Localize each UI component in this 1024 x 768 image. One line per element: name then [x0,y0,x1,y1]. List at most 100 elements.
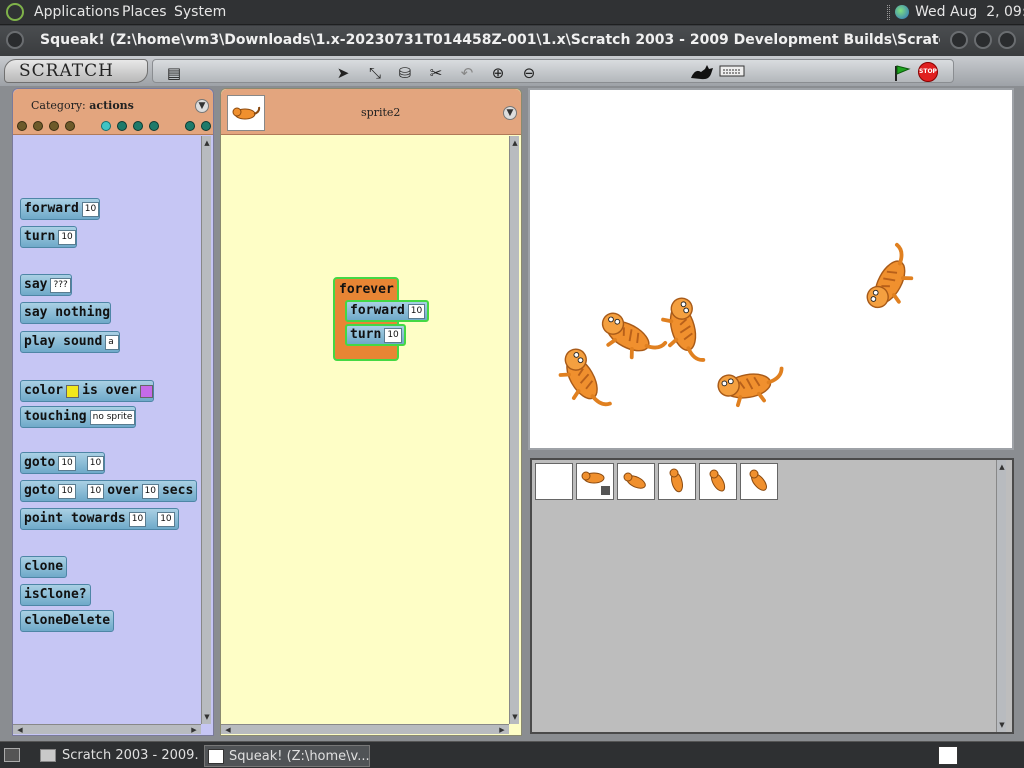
sprite-thumbnail[interactable] [740,463,778,500]
category-dot-icon[interactable] [185,121,195,131]
scroll-left-icon[interactable]: ◀ [15,725,25,735]
scroll-down-icon[interactable]: ▼ [510,712,520,722]
sprite-thumbnail[interactable] [699,463,737,500]
sprite-thumbnail[interactable] [576,463,614,500]
stamp-icon[interactable]: ⛁ [396,64,414,82]
block-arg[interactable]: ??? [50,277,71,293]
block-forever[interactable]: forever forward 10 turn 10 [333,277,430,361]
cat-sprite[interactable] [861,241,924,318]
list-icon[interactable]: ▤ [165,64,183,82]
zoom-out-icon[interactable]: ⊖ [520,64,538,82]
category-dot-icon[interactable] [33,121,43,131]
window-titlebar[interactable]: Squeak! (Z:\home\vm3\Downloads\1.x-20230… [0,26,1024,56]
scroll-right-icon[interactable]: ▶ [497,725,507,735]
show-desktop-icon[interactable] [4,748,20,762]
block-say-nothing[interactable]: say nothing [20,302,112,324]
palette-hscroll[interactable]: ◀ ▶ [13,724,201,734]
block-play-sound[interactable]: play sound a [20,331,121,353]
block-clone[interactable]: clone [20,556,68,578]
cat-sprite[interactable] [656,293,709,370]
grow-icon[interactable]: ⤡ [366,64,384,82]
block-goto-over[interactable]: goto 10 10 over 10 secs [20,480,198,502]
cat-icon[interactable] [689,64,715,82]
window-menu-icon[interactable] [6,31,24,49]
block-arg[interactable]: 10 [141,483,159,499]
taskbar-item-file-manager[interactable]: Scratch 2003 - 2009... [38,745,200,767]
block-forward[interactable]: forward 10 [20,198,101,220]
block-turn[interactable]: turn 10 [20,226,77,248]
scroll-right-icon[interactable]: ▶ [189,725,199,735]
scripts-hscroll[interactable]: ◀ ▶ [221,724,509,734]
scroll-up-icon[interactable]: ▲ [202,138,212,148]
menu-places[interactable]: Places [122,4,167,20]
block-is-clone[interactable]: isClone? [20,584,91,606]
minimize-icon[interactable] [950,31,968,49]
block-arg[interactable]: a [105,334,120,350]
sprite-thumbnail[interactable] [227,95,265,131]
distro-logo-icon[interactable] [6,3,24,21]
block-turn[interactable]: turn 10 [345,324,406,346]
block-clone-delete[interactable]: cloneDelete [20,610,115,632]
cat-sprite[interactable] [714,363,789,410]
color-swatch-purple[interactable] [139,384,153,398]
category-dot-icon[interactable] [149,121,159,131]
scissors-icon[interactable]: ✂ [427,64,445,82]
tray-squeak-icon[interactable] [938,746,958,765]
block-forward[interactable]: forward 10 [345,300,430,322]
category-dot-icon[interactable] [101,121,111,131]
cat-sprite[interactable] [592,307,669,370]
color-swatch-yellow[interactable] [66,384,80,398]
clock[interactable]: Wed Aug 2, 09:17 [915,4,1024,20]
block-arg[interactable]: 10 [58,483,76,499]
sprite-thumbnail[interactable] [617,463,655,500]
block-touching[interactable]: touching no sprite [20,406,137,428]
block-arg[interactable]: 10 [128,511,147,527]
block-arg[interactable]: 10 [407,303,426,319]
block-arg[interactable]: 10 [86,483,105,499]
sprite-thumbnail[interactable] [658,463,696,500]
menu-system[interactable]: System [174,4,226,20]
block-arg[interactable]: 10 [58,455,76,471]
cat-sprite[interactable] [550,343,615,420]
maximize-icon[interactable] [974,31,992,49]
scripts-vscroll[interactable]: ▲ ▼ [509,136,519,724]
network-icon[interactable] [895,5,909,19]
zoom-in-icon[interactable]: ⊕ [489,64,507,82]
category-dropdown-icon[interactable]: ▼ [195,99,209,113]
block-arg[interactable]: 10 [58,229,76,245]
category-dot-icon[interactable] [117,121,127,131]
scroll-left-icon[interactable]: ◀ [223,725,233,735]
sprite-name[interactable]: sprite2 [361,106,400,119]
sorter-vscroll[interactable]: ▲ ▼ [996,460,1006,732]
scroll-up-icon[interactable]: ▲ [997,462,1007,472]
menu-applications[interactable]: Applications [34,4,120,20]
category-dot-icon[interactable] [65,121,75,131]
scripts-pane[interactable]: sprite2 ▼ forever forward 10 turn 10 ▲ ▼ ◀… [220,88,522,736]
stage[interactable] [528,88,1014,450]
keyboard-icon[interactable] [719,64,745,82]
block-arg[interactable]: 10 [81,201,100,217]
green-flag-icon[interactable] [893,64,911,82]
block-point-towards[interactable]: point towards 10 10 [20,508,179,530]
block-arg[interactable]: 10 [86,455,105,471]
scroll-down-icon[interactable]: ▼ [202,712,212,722]
close-icon[interactable] [998,31,1016,49]
category-dot-icon[interactable] [133,121,143,131]
category-dot-icon[interactable] [17,121,27,131]
block-goto[interactable]: goto 10 10 [20,452,106,474]
scroll-up-icon[interactable]: ▲ [510,138,520,148]
stop-icon[interactable]: STOP [918,62,938,82]
stage-thumbnail[interactable] [535,463,573,500]
block-color-is-over[interactable]: color is over [20,380,154,402]
scroll-down-icon[interactable]: ▼ [997,720,1007,730]
undo-icon[interactable]: ↶ [458,64,476,82]
block-arg[interactable]: 10 [157,511,175,527]
taskbar-item-squeak[interactable]: Squeak! (Z:\home\v... [204,745,370,767]
category-dot-icon[interactable] [201,121,211,131]
palette-vscroll[interactable]: ▲ ▼ [201,136,211,724]
block-arg[interactable]: no sprite [89,409,136,425]
block-say[interactable]: say??? [20,274,72,296]
sprite-menu-dropdown-icon[interactable]: ▼ [503,106,517,120]
arrow-icon[interactable]: ➤ [334,64,352,82]
block-arg[interactable]: 10 [384,327,402,343]
